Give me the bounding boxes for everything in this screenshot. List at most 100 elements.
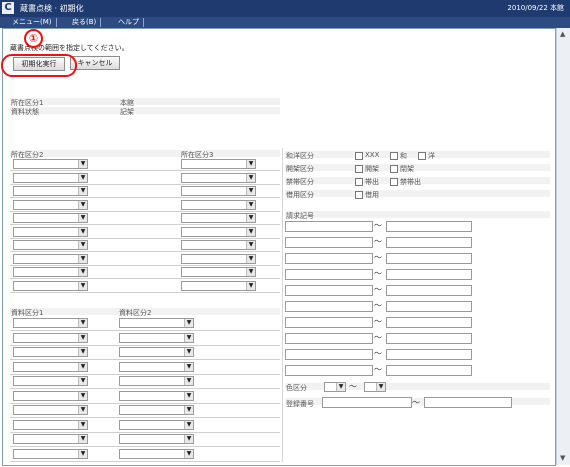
chevron-down-icon: ▼ [78,173,87,182]
call-number-to-input[interactable] [386,221,472,232]
menu-item-help[interactable]: ヘルプ [114,18,144,27]
section-label-shiryo2: 資料区分2 [119,309,152,317]
call-number-from-input[interactable] [285,253,373,264]
chevron-down-icon: ▼ [376,383,385,391]
kinobu-checkbox[interactable] [355,178,363,186]
shiryo1-select[interactable]: ▼ [13,419,88,430]
shiryo2-select[interactable]: ▼ [119,448,194,459]
chevron-down-icon: ▼ [78,227,87,236]
row-divider [10,170,280,171]
call-number-to-input[interactable] [386,333,472,344]
call-number-to-input[interactable] [386,317,472,328]
shozai2-select[interactable]: ▼ [13,267,88,277]
call-number-to-input[interactable] [386,365,472,376]
call-number-from-input[interactable] [285,349,373,360]
chevron-down-icon: ▼ [246,200,255,209]
shozai2-select[interactable]: ▼ [13,159,88,169]
registration-to-input[interactable] [424,397,512,408]
call-number-from-input[interactable] [285,365,373,376]
shiryo2-select[interactable]: ▼ [119,347,194,357]
color-label: 色区分 [286,384,307,392]
cancel-button[interactable]: キャンセル [70,56,120,70]
kaika-checkbox[interactable] [355,165,363,173]
kinobu-option-label: 帯出 [365,178,379,186]
menu-item-menu[interactable]: メニュー(M) [8,18,57,27]
call-number-to-input[interactable] [386,301,472,312]
shiryo1-select[interactable]: ▼ [13,347,88,357]
call-number-from-input[interactable] [285,269,373,280]
shiryo1-select[interactable]: ▼ [13,332,88,343]
call-number-from-input[interactable] [285,333,373,344]
shozai3-select[interactable]: ▼ [181,172,256,183]
shozai3-select[interactable]: ▼ [181,240,256,250]
shozai2-select[interactable]: ▼ [13,186,88,196]
shozai3-select[interactable]: ▼ [181,213,256,223]
row-divider [10,291,280,293]
menu-item-back[interactable]: 戻る(B) [68,18,102,27]
shozai3-select[interactable]: ▼ [181,199,256,210]
call-number-to-input[interactable] [386,269,472,280]
kinobu-checkbox[interactable] [390,178,398,186]
shiryo2-select[interactable]: ▼ [119,318,194,328]
call-number-to-input[interactable] [386,349,472,360]
vertical-scrollbar[interactable]: ▲ ▼ [556,28,570,465]
shiryo2-select[interactable]: ▼ [119,361,194,372]
shiyou-label: 借用区分 [286,191,314,199]
scroll-down-icon[interactable]: ▼ [560,454,565,462]
kaika-checkbox[interactable] [390,165,398,173]
shozai3-select[interactable]: ▼ [181,280,256,291]
shiryo1-select[interactable]: ▼ [13,390,88,401]
shozai2-select[interactable]: ▼ [13,280,88,291]
chevron-down-icon: ▼ [184,435,193,443]
shozai2-select[interactable]: ▼ [13,240,88,250]
chevron-down-icon: ▼ [246,227,255,236]
shozai3-select[interactable]: ▼ [181,159,256,169]
section-label-shiryo1: 資料区分1 [11,309,44,317]
shozai3-select[interactable]: ▼ [181,253,256,264]
chevron-down-icon: ▼ [184,348,193,356]
call-number-to-input[interactable] [386,237,472,248]
call-number-from-input[interactable] [285,285,373,296]
shiryo1-select[interactable]: ▼ [13,405,88,415]
wayou-checkbox[interactable] [355,152,363,160]
range-tilde: ～ [374,269,382,278]
shiryo1-select[interactable]: ▼ [13,318,88,328]
shozai3-select[interactable]: ▼ [181,186,256,196]
color-from-select[interactable]: ▼ [324,382,346,392]
shiryo2-select[interactable]: ▼ [119,332,194,343]
call-number-from-input[interactable] [285,221,373,232]
registration-from-input[interactable] [322,397,412,408]
shiyou-checkbox[interactable] [355,191,363,199]
shozai2-select[interactable]: ▼ [13,213,88,223]
row-divider [10,402,280,404]
section-header-bg [285,211,550,218]
shiryo2-select[interactable]: ▼ [119,390,194,401]
shozai2-select[interactable]: ▼ [13,199,88,210]
call-number-from-input[interactable] [285,317,373,328]
call-number-to-input[interactable] [386,253,472,264]
call-number-from-input[interactable] [285,301,373,312]
range-tilde: ～ [412,398,420,407]
section-header-bg [10,150,280,157]
color-to-select[interactable]: ▼ [364,382,386,392]
wayou-checkbox[interactable] [418,152,426,160]
shiryo1-select[interactable]: ▼ [13,376,88,386]
shozai2-select[interactable]: ▼ [13,253,88,264]
call-number-to-input[interactable] [386,285,472,296]
shiryo2-select[interactable]: ▼ [119,434,194,444]
shiryo1-select[interactable]: ▼ [13,434,88,444]
chevron-down-icon: ▼ [78,214,87,222]
call-number-from-input[interactable] [285,237,373,248]
shozai2-select[interactable]: ▼ [13,172,88,183]
chevron-down-icon: ▼ [78,406,87,414]
shiryo2-select[interactable]: ▼ [119,405,194,415]
shozai3-select[interactable]: ▼ [181,267,256,277]
shiryo2-select[interactable]: ▼ [119,376,194,386]
scroll-up-icon[interactable]: ▲ [560,30,565,38]
shozai3-select[interactable]: ▼ [181,226,256,237]
shiryo2-select[interactable]: ▼ [119,419,194,430]
shiryo1-select[interactable]: ▼ [13,448,88,459]
wayou-checkbox[interactable] [390,152,398,160]
shozai2-select[interactable]: ▼ [13,226,88,237]
shiryo1-select[interactable]: ▼ [13,361,88,372]
